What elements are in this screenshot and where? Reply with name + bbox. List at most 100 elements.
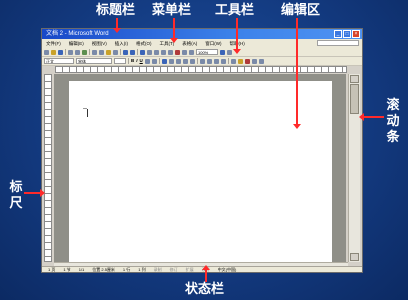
document-page[interactable] — [69, 81, 332, 262]
scroll-down-arrow-icon[interactable] — [350, 253, 359, 261]
vertical-ruler[interactable] — [44, 74, 52, 262]
status-position: 位置 2.5厘米 — [92, 267, 115, 272]
minimize-button[interactable]: _ — [334, 30, 342, 38]
scroll-up-arrow-icon[interactable] — [350, 75, 359, 83]
redo-icon[interactable] — [130, 49, 135, 55]
phonetic-guide-icon[interactable] — [251, 58, 257, 64]
print-preview-icon[interactable] — [75, 49, 80, 55]
new-icon[interactable] — [44, 49, 49, 55]
bullets-icon[interactable] — [206, 58, 212, 64]
scroll-thumb[interactable] — [350, 84, 359, 114]
menu-insert[interactable]: 插入(I) — [111, 39, 132, 48]
spelling-icon[interactable] — [82, 49, 87, 55]
title-bar: 文档 2 - Microsoft Word _ □ × — [42, 29, 362, 39]
arrow-head-edit-area — [293, 124, 301, 129]
font-size-select[interactable] — [114, 58, 126, 64]
bold-button[interactable]: B — [131, 58, 134, 64]
menu-format[interactable]: 格式(O) — [132, 39, 156, 48]
save-icon[interactable] — [58, 49, 63, 55]
underline-button[interactable]: U — [140, 58, 143, 64]
status-line: 1 行 — [122, 267, 131, 272]
zoom-select[interactable]: 100% — [196, 49, 218, 55]
format-painter-icon[interactable] — [113, 49, 118, 55]
show-hide-icon[interactable] — [189, 49, 194, 55]
increase-indent-icon[interactable] — [220, 58, 226, 64]
status-section: 1 节 — [63, 267, 71, 272]
outside-border-icon[interactable] — [230, 58, 236, 64]
open-icon[interactable] — [51, 49, 56, 55]
arrow-head-title-bar — [113, 28, 121, 33]
status-record[interactable]: 录制 — [154, 267, 162, 272]
arrow-head-status-bar — [202, 265, 210, 270]
toolbar-separator — [120, 49, 121, 55]
font-select[interactable]: 宋体 — [76, 58, 112, 64]
arrow-status-bar — [205, 268, 207, 282]
hyperlink-icon[interactable] — [140, 49, 145, 55]
status-column: 1 列 — [138, 267, 146, 272]
standard-toolbar: 100% — [42, 48, 362, 57]
toolbar-separator — [65, 49, 66, 55]
callout-status-bar: 状态栏 — [185, 282, 225, 297]
insert-excel-icon[interactable] — [161, 49, 166, 55]
window-title: 文档 2 - Microsoft Word — [46, 31, 109, 37]
toolbar-separator — [196, 58, 198, 64]
arrow-edit-area — [296, 18, 298, 126]
char-shading-icon[interactable] — [151, 58, 157, 64]
highlight-icon[interactable] — [237, 58, 243, 64]
status-page: 1 页 — [48, 267, 56, 272]
help-search-input[interactable] — [317, 40, 359, 46]
align-center-icon[interactable] — [168, 58, 174, 64]
maximize-button[interactable]: □ — [343, 30, 351, 38]
callout-menu-bar: 菜单栏 — [152, 3, 192, 18]
columns-icon[interactable] — [168, 49, 173, 55]
arrow-head-ruler — [40, 189, 45, 197]
italic-button[interactable]: I — [136, 58, 137, 64]
menu-file[interactable]: 文件(F) — [42, 39, 65, 48]
paste-icon[interactable] — [106, 49, 111, 55]
horizontal-ruler[interactable] — [55, 66, 347, 73]
arrow-head-menu-bar — [170, 38, 178, 43]
copy-icon[interactable] — [99, 49, 104, 55]
menu-edit[interactable]: 编辑(E) — [65, 39, 88, 48]
style-select[interactable]: 正文 — [44, 58, 74, 64]
status-extend[interactable]: 扩展 — [186, 267, 194, 272]
read-icon[interactable] — [227, 49, 232, 55]
toolbar-separator — [227, 58, 229, 64]
toolbar-separator — [137, 49, 138, 55]
decrease-indent-icon[interactable] — [213, 58, 219, 64]
status-page-count: 1/1 — [78, 267, 85, 272]
toolbar-separator — [158, 58, 160, 64]
justify-icon[interactable] — [182, 58, 188, 64]
callout-title-bar: 标题栏 — [96, 3, 136, 18]
line-spacing-icon[interactable] — [189, 58, 195, 64]
enclose-characters-icon[interactable] — [258, 58, 264, 64]
menu-window[interactable]: 窗口(W) — [201, 39, 225, 48]
callout-ruler: 标尺 — [9, 180, 23, 211]
help-icon[interactable] — [220, 49, 225, 55]
cut-icon[interactable] — [92, 49, 97, 55]
formatting-toolbar: 正文 宋体 B I U — [42, 57, 362, 66]
arrow-head-toolbar — [233, 49, 241, 54]
status-language: 中文(中国) — [217, 267, 237, 272]
document-map-icon[interactable] — [182, 49, 187, 55]
align-right-icon[interactable] — [175, 58, 181, 64]
align-left-icon[interactable] — [161, 58, 167, 64]
menu-table[interactable]: 表格(A) — [178, 39, 201, 48]
window-controls: _ □ × — [334, 30, 360, 38]
numbering-icon[interactable] — [199, 58, 205, 64]
close-button[interactable]: × — [352, 30, 360, 38]
border-icon[interactable] — [144, 58, 150, 64]
insert-table-icon[interactable] — [154, 49, 159, 55]
vertical-scrollbar[interactable] — [348, 74, 360, 262]
arrow-menu-bar — [173, 18, 175, 40]
menu-view[interactable]: 视图(V) — [88, 39, 111, 48]
drawing-icon[interactable] — [175, 49, 180, 55]
text-cursor — [83, 108, 88, 117]
tables-icon[interactable] — [147, 49, 152, 55]
undo-icon[interactable] — [123, 49, 128, 55]
arrow-toolbar — [236, 18, 238, 51]
status-track[interactable]: 修订 — [170, 267, 178, 272]
print-icon[interactable] — [68, 49, 73, 55]
font-color-icon[interactable] — [244, 58, 250, 64]
word-window: 文档 2 - Microsoft Word _ □ × 文件(F) 编辑(E) … — [41, 28, 363, 273]
